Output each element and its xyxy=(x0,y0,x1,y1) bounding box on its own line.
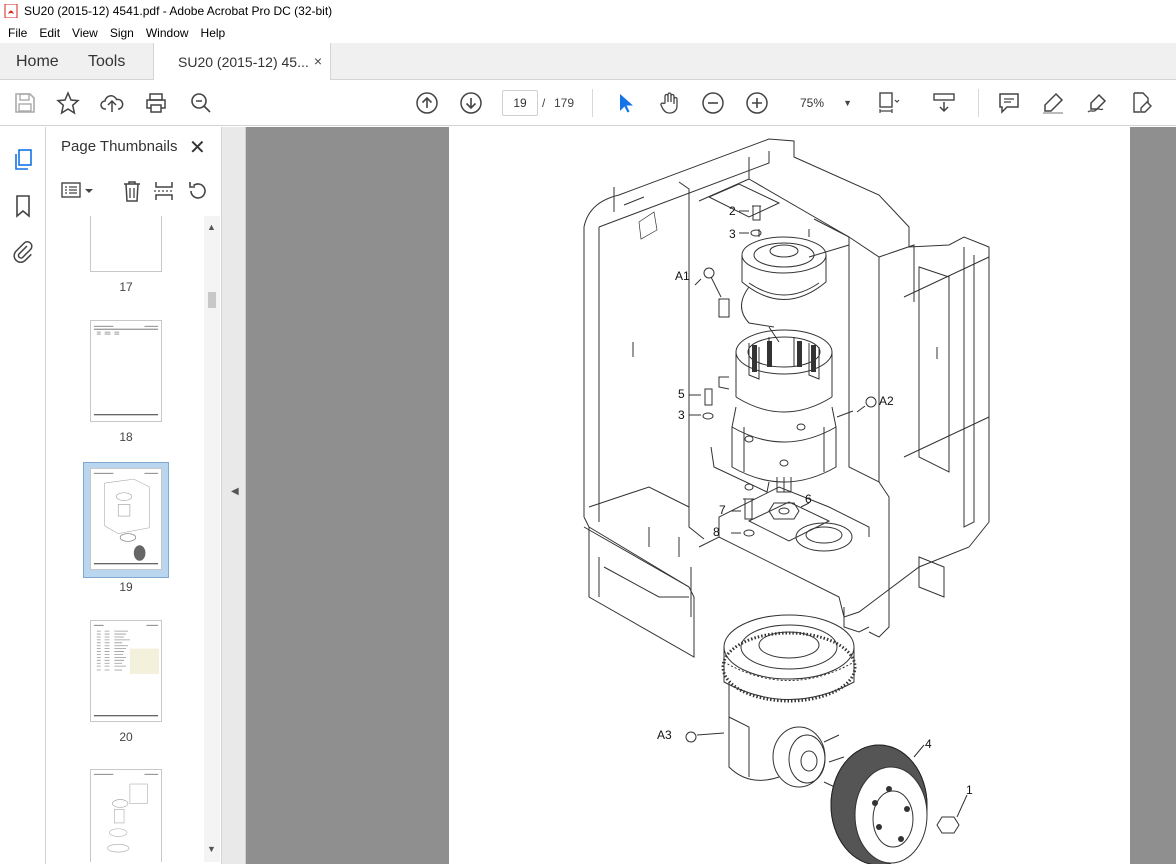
document-tab-label: SU20 (2015-12) 45... xyxy=(178,53,309,70)
pdf-page: 2 3 A1 5 3 A2 7 6 8 A3 4 1 xyxy=(449,127,1130,864)
thumbnail-page[interactable] xyxy=(90,320,162,422)
page-up-icon[interactable] xyxy=(415,91,439,115)
scroll-up-icon[interactable]: ▲ xyxy=(207,222,216,232)
thumbnail-preview xyxy=(93,325,159,416)
collapse-arrow-icon[interactable]: ◀ xyxy=(231,486,239,497)
comment-icon[interactable] xyxy=(997,91,1021,115)
select-cursor-icon[interactable] xyxy=(613,91,637,115)
save-icon[interactable] xyxy=(13,91,37,115)
exploded-parts-drawing xyxy=(583,138,990,864)
zoom-select[interactable]: 75% ▼ xyxy=(790,90,858,116)
thumbnail-label: 17 xyxy=(119,280,133,294)
thumbnail-label: 18 xyxy=(119,430,133,444)
thumbnail-page[interactable] xyxy=(90,216,162,272)
thumbnail-preview xyxy=(93,773,159,853)
edit-pdf-icon[interactable] xyxy=(1129,91,1153,115)
close-tab-icon[interactable]: × xyxy=(314,53,322,69)
hand-icon[interactable] xyxy=(657,91,681,115)
menu-bar: File Edit View Sign Window Help xyxy=(0,22,1176,43)
page-down-icon[interactable] xyxy=(459,91,483,115)
menu-view[interactable]: View xyxy=(66,26,104,40)
page-separator: / xyxy=(542,96,546,110)
thumbnail-label: 20 xyxy=(119,730,133,744)
delete-icon[interactable] xyxy=(120,179,144,203)
bookmark-icon[interactable] xyxy=(11,194,35,218)
thumbnail-page[interactable] xyxy=(90,769,162,862)
toolbar-divider xyxy=(978,89,979,117)
highlight-icon[interactable] xyxy=(1041,91,1065,115)
acrobat-pdf-icon xyxy=(4,4,18,18)
thumbnail-page[interactable] xyxy=(90,620,162,722)
chevron-down-icon: ▼ xyxy=(843,98,852,108)
print-icon[interactable] xyxy=(144,91,168,115)
tab-bar: Home Tools SU20 (2015-12) 45... × xyxy=(0,43,1176,80)
upload-icon[interactable] xyxy=(100,91,124,115)
window-title: SU20 (2015-12) 4541.pdf - Adobe Acrobat … xyxy=(24,4,333,18)
scroll-mode-icon[interactable] xyxy=(932,91,956,115)
zoom-out-icon[interactable] xyxy=(701,91,725,115)
page-fit-icon[interactable] xyxy=(876,91,900,115)
thumbnail-preview xyxy=(93,472,159,565)
search-icon[interactable] xyxy=(189,91,213,115)
callout-label: A2 xyxy=(879,394,894,408)
callout-label: 3 xyxy=(729,227,736,241)
extract-pages-icon[interactable] xyxy=(152,179,176,203)
close-panel-icon[interactable]: ✕ xyxy=(189,135,206,160)
callout-label: 7 xyxy=(719,503,726,517)
menu-window[interactable]: Window xyxy=(140,26,195,40)
callout-label: 3 xyxy=(678,408,685,422)
page-thumbnails-icon[interactable] xyxy=(11,148,35,172)
menu-sign[interactable]: Sign xyxy=(104,26,140,40)
toolbar xyxy=(0,80,1176,126)
callout-label: 1 xyxy=(966,783,973,797)
page-number-input[interactable]: 19 xyxy=(502,90,538,116)
document-view[interactable]: 2 3 A1 5 3 A2 7 6 8 A3 4 1 xyxy=(246,127,1176,864)
attachment-icon[interactable] xyxy=(11,240,35,264)
scroll-down-icon[interactable]: ▼ xyxy=(207,844,216,854)
total-pages: 179 xyxy=(554,96,575,110)
callout-label: A3 xyxy=(657,728,672,742)
rotate-icon[interactable] xyxy=(186,179,210,203)
callout-label: 8 xyxy=(713,525,720,539)
callout-label: 2 xyxy=(729,204,736,218)
panel-collapse-strip[interactable]: ◀ xyxy=(222,127,246,864)
thumbnail-label: 19 xyxy=(119,580,133,594)
tab-tools[interactable]: Tools xyxy=(88,43,125,80)
callout-label: 6 xyxy=(805,492,812,506)
panel-title: Page Thumbnails xyxy=(61,138,178,155)
tab-document[interactable]: SU20 (2015-12) 45... × xyxy=(153,43,331,80)
menu-edit[interactable]: Edit xyxy=(33,26,66,40)
thumbnail-preview xyxy=(93,624,160,717)
tab-home[interactable]: Home xyxy=(16,43,59,80)
left-rail xyxy=(0,127,46,864)
star-icon[interactable] xyxy=(56,91,80,115)
title-bar: SU20 (2015-12) 4541.pdf - Adobe Acrobat … xyxy=(0,0,1176,22)
thumbnail-page-selected[interactable] xyxy=(90,468,162,570)
scrollbar-handle[interactable] xyxy=(208,292,216,308)
zoom-in-icon[interactable] xyxy=(745,91,769,115)
page-thumbnails-panel: Page Thumbnails ✕ 17 18 19 20 ▲ ▼ xyxy=(46,127,222,864)
callout-label: A1 xyxy=(675,269,690,283)
menu-file[interactable]: File xyxy=(2,26,33,40)
callout-label: 4 xyxy=(925,737,932,751)
thumbnail-scrollbar[interactable]: ▲ ▼ xyxy=(204,216,220,862)
thumbnail-list: 17 18 19 20 xyxy=(46,216,204,862)
menu-help[interactable]: Help xyxy=(195,26,232,40)
callout-label: 5 xyxy=(678,387,685,401)
zoom-value: 75% xyxy=(800,96,825,110)
sign-icon[interactable] xyxy=(1085,91,1109,115)
toolbar-divider xyxy=(592,89,593,117)
thumbnail-options-icon[interactable] xyxy=(60,179,96,203)
panel-toolbar xyxy=(46,171,222,209)
